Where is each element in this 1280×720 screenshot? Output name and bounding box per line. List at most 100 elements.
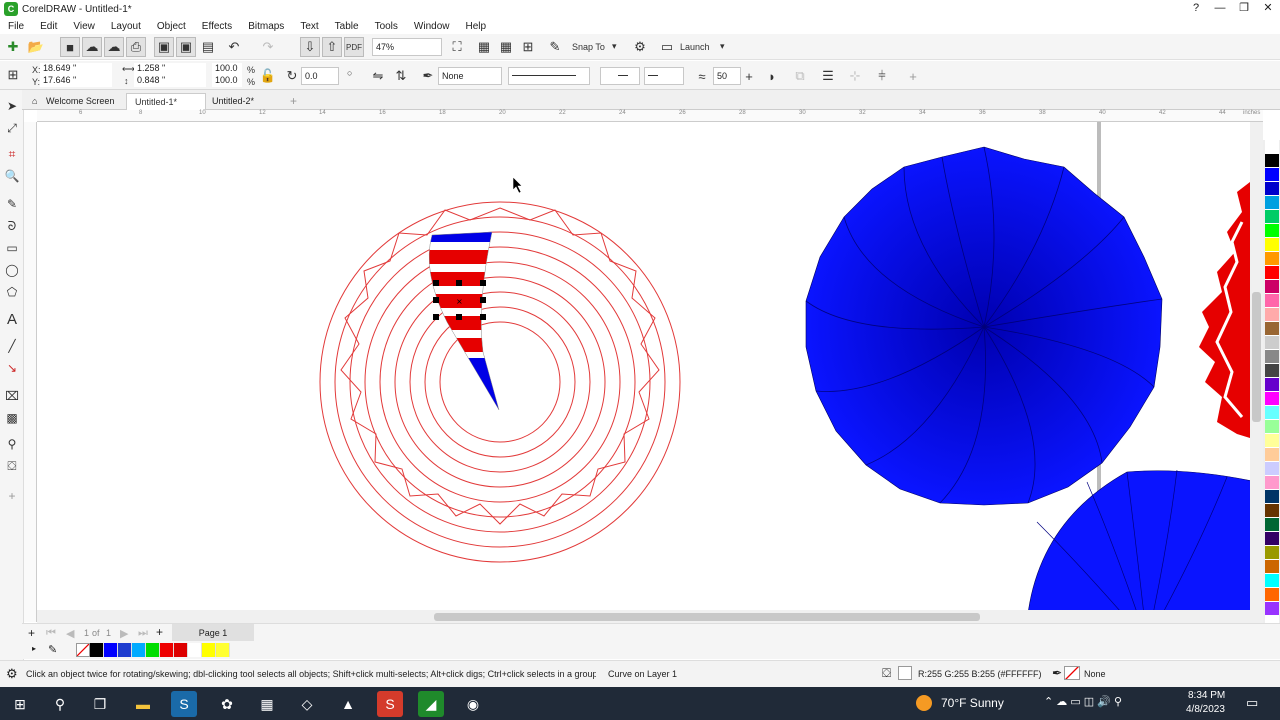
smoothing-icon[interactable]: ≈ [692, 66, 712, 86]
palette-swatch[interactable] [1265, 182, 1279, 196]
palette-swatch[interactable] [1265, 154, 1279, 168]
scale-width-input[interactable]: 100.0 [212, 63, 242, 75]
palette-swatch[interactable] [1265, 434, 1279, 448]
cut-icon[interactable]: ▣ [154, 37, 174, 57]
vertical-scroll-thumb[interactable] [1252, 292, 1261, 422]
show-guidelines-icon[interactable]: ⊞ [518, 37, 538, 57]
menu-window[interactable]: Window [406, 21, 458, 32]
document-swatch[interactable] [174, 643, 188, 657]
x-position-input[interactable]: 18.649 " [40, 63, 112, 75]
pick-tool-icon[interactable]: ➤ [4, 98, 20, 114]
first-page-icon[interactable]: ⏮ [46, 627, 56, 640]
close-button[interactable]: ✕ [1256, 0, 1280, 18]
app-s-icon[interactable]: S [171, 691, 197, 717]
height-input[interactable]: 0.848 " [134, 75, 206, 87]
ellipse-tool-icon[interactable]: ◯ [4, 262, 20, 278]
horizontal-ruler[interactable]: 6 8 10 12 14 16 18 20 22 24 26 28 30 32 … [37, 110, 1263, 122]
export-pdf-icon[interactable]: PDF [344, 37, 364, 57]
palette-swatch[interactable] [1265, 168, 1279, 182]
increase-plus-icon[interactable]: + [739, 66, 759, 86]
document-swatch[interactable] [146, 643, 160, 657]
clock-date[interactable]: 4/8/2023 [1186, 704, 1225, 715]
vertical-scrollbar[interactable] [1250, 122, 1263, 610]
app-tool-icon[interactable]: ✿ [214, 691, 240, 717]
horizontal-scroll-thumb[interactable] [434, 613, 980, 621]
line-tool-icon[interactable]: ╱ [4, 338, 20, 354]
menu-edit[interactable]: Edit [32, 21, 65, 32]
open-folder-icon[interactable]: 📂 [26, 37, 46, 57]
start-arrowhead-select[interactable] [600, 67, 640, 85]
rotation-angle-input[interactable]: 0.0 [301, 67, 339, 85]
polygon-tool-icon[interactable]: ⬠ [4, 284, 20, 300]
zoom-tool-icon[interactable]: 🔍 [4, 168, 20, 184]
palette-swatch[interactable] [1265, 378, 1279, 392]
options-gear-icon[interactable]: ⚙ [630, 37, 650, 57]
new-document-icon[interactable]: ✚ [3, 37, 23, 57]
envelope-tool-icon[interactable]: ⌧ [4, 388, 20, 404]
end-arrowhead-select[interactable] [644, 67, 684, 85]
task-view-icon[interactable]: ❐ [87, 691, 113, 717]
palette-swatch[interactable] [1265, 448, 1279, 462]
redo-icon[interactable]: ↷ [258, 37, 278, 57]
palette-swatch[interactable] [1265, 588, 1279, 602]
scale-height-input[interactable]: 100.0 [212, 75, 242, 87]
undo-icon[interactable]: ↶ [224, 37, 244, 57]
outline-pen-icon[interactable]: ✒ [418, 66, 438, 86]
palette-swatch[interactable] [1265, 490, 1279, 504]
smoothing-input[interactable]: 50 [713, 67, 741, 85]
restore-button[interactable]: ❐ [1232, 0, 1256, 18]
wrap-text-icon[interactable]: ☰ [818, 66, 838, 86]
artistic-media-icon[interactable]: ᘐ [4, 218, 20, 234]
palette-swatch[interactable] [1265, 518, 1279, 532]
palette-swatch[interactable] [1265, 420, 1279, 434]
palette-swatch[interactable] [1265, 266, 1279, 280]
line-style-select[interactable] [508, 67, 590, 85]
document-swatch[interactable] [90, 643, 104, 657]
menu-table[interactable]: Table [327, 21, 367, 32]
paste-icon[interactable]: ▤ [198, 37, 218, 57]
document-swatch[interactable] [202, 643, 216, 657]
menu-effects[interactable]: Effects [194, 21, 240, 32]
freehand-tool-icon[interactable]: ✎ [4, 196, 20, 212]
palette-swatch[interactable] [1265, 602, 1279, 616]
snap-to-icon[interactable]: ✎ [545, 37, 565, 57]
drawing-canvas[interactable]: × [37, 122, 1250, 610]
export-icon[interactable]: ⇧ [322, 37, 342, 57]
print-icon[interactable]: ⎙ [126, 37, 146, 57]
palette-swatch[interactable] [1265, 336, 1279, 350]
weather-text[interactable]: 70°F Sunny [941, 696, 1004, 710]
add-plus-icon[interactable]: + [903, 66, 923, 86]
copy-icon[interactable]: ▣ [176, 37, 196, 57]
menu-object[interactable]: Object [149, 21, 194, 32]
search-icon[interactable]: ⚲ [47, 691, 73, 717]
palette-swatch[interactable] [1265, 392, 1279, 406]
cloud-download-icon[interactable]: ☁ [104, 37, 124, 57]
connector-tool-icon[interactable]: ↘ [4, 360, 20, 376]
new-tab-plus-icon[interactable]: + [282, 93, 305, 110]
palette-swatch[interactable] [1265, 364, 1279, 378]
y-position-input[interactable]: 17.646 " [40, 75, 112, 87]
chrome-icon[interactable]: ◉ [460, 691, 486, 717]
document-swatch[interactable] [216, 643, 230, 657]
palette-swatch[interactable] [1265, 406, 1279, 420]
tab-welcome-screen[interactable]: Welcome Screen [38, 93, 122, 110]
import-icon[interactable]: ⇩ [300, 37, 320, 57]
palette-swatch[interactable] [1265, 308, 1279, 322]
rectangle-tool-icon[interactable]: ▭ [4, 240, 20, 256]
palette-swatch[interactable] [1265, 294, 1279, 308]
palette-swatch[interactable] [1265, 462, 1279, 476]
minimize-button[interactable]: — [1208, 0, 1232, 18]
snap-to-label[interactable]: Snap To [572, 42, 605, 52]
close-curve-icon[interactable]: ◗ [762, 66, 782, 86]
menu-bitmaps[interactable]: Bitmaps [240, 21, 292, 32]
add-page-end-plus-icon[interactable]: + [156, 625, 163, 639]
shape-tool-icon[interactable]: ⤢ [4, 120, 20, 136]
add-page-plus-icon[interactable]: + [28, 626, 35, 640]
zoom-to-page-icon[interactable]: ⛶ [447, 37, 467, 57]
width-input[interactable]: 1.258 " [134, 63, 206, 75]
tab-untitled-1[interactable]: Untitled-1* [126, 93, 206, 110]
document-swatch[interactable] [104, 643, 118, 657]
palette-swatch[interactable] [1265, 140, 1279, 154]
mirror-vertical-icon[interactable]: ⇅ [391, 66, 411, 86]
launch-icon[interactable]: ▭ [657, 37, 677, 57]
